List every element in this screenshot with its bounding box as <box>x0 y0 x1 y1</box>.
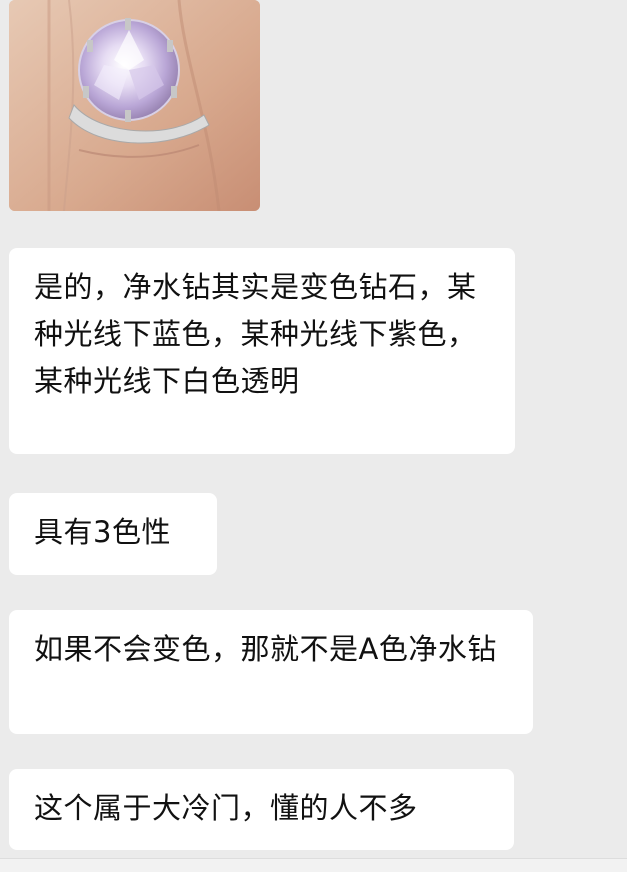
ring-photo-message[interactable] <box>9 0 260 211</box>
message-text-1: 是的，净水钻其实是变色钻石，某种光线下蓝色，某种光线下紫色，某种光线下白色透明 <box>34 270 477 398</box>
message-text-4: 这个属于大冷门，懂的人不多 <box>34 791 418 825</box>
ring-photo-image <box>9 0 260 211</box>
message-bubble-2[interactable]: 具有3色性 <box>9 493 217 575</box>
chat-conversation: 是的，净水钻其实是变色钻石，某种光线下蓝色，某种光线下紫色，某种光线下白色透明 … <box>0 0 627 872</box>
message-text-3: 如果不会变色，那就不是A色净水钻 <box>34 632 497 666</box>
message-text-2: 具有3色性 <box>34 515 171 549</box>
bottom-input-bar <box>0 858 627 872</box>
message-bubble-4[interactable]: 这个属于大冷门，懂的人不多 <box>9 769 514 850</box>
message-bubble-1[interactable]: 是的，净水钻其实是变色钻石，某种光线下蓝色，某种光线下紫色，某种光线下白色透明 <box>9 248 515 454</box>
message-bubble-3[interactable]: 如果不会变色，那就不是A色净水钻 <box>9 610 533 734</box>
